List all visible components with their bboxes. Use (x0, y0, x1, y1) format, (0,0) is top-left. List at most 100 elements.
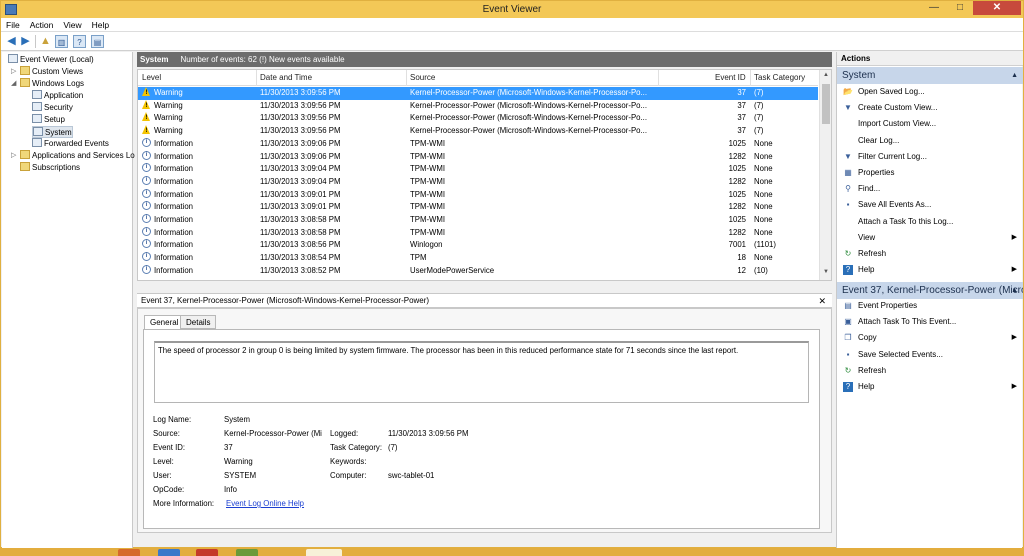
source-value: Kernel-Processor-Power (Mi (224, 429, 322, 438)
event-row[interactable]: i Information 11/30/2013 3:09:01 PM TPM-WMI… (138, 188, 818, 202)
action-copy[interactable]: ❐ Copy ▶ (837, 330, 1023, 346)
back-arrow-icon[interactable]: ◀ (5, 35, 18, 48)
action-attach-task-to-this-event[interactable]: ▣ Attach Task To This Event... (837, 314, 1023, 330)
event-row[interactable]: i Information 11/30/2013 3:09:06 PM TPM-WMI… (138, 150, 818, 164)
event-row[interactable]: i Information 11/30/2013 3:08:54 PM TPM 18 No… (138, 252, 818, 265)
event-row[interactable]: ! Warning 11/30/2013 3:09:56 PM Kernel-Proc… (138, 99, 818, 113)
log-icon (32, 90, 42, 99)
action-refresh[interactable]: ↻ Refresh (837, 363, 1023, 379)
event-row[interactable]: ! Warning 11/30/2013 3:09:56 PM Kernel-Proc… (138, 87, 818, 100)
information-icon: i (142, 214, 151, 223)
event-row[interactable]: i Information 11/30/2013 3:09:04 PM TPM-WMI… (138, 175, 818, 189)
log-name: System (140, 55, 169, 64)
event-source: TPM-WMI (410, 227, 446, 237)
event-row[interactable]: i Information 11/30/2013 3:08:52 PM UserMod… (138, 264, 818, 278)
tree-item[interactable]: ▷ Applications and Services Lo (11, 150, 135, 162)
close-detail-icon[interactable]: ✕ (818, 294, 826, 308)
action-help[interactable]: ? Help ▶ (837, 262, 1023, 278)
event-row[interactable]: i Information 11/30/2013 3:09:06 PM TPM-WMI… (138, 137, 818, 151)
action-filter-current-log[interactable]: ▼ Filter Current Log... (837, 149, 1023, 165)
action-refresh[interactable]: ↻ Refresh (837, 246, 1023, 262)
menu-file[interactable]: File (1, 18, 25, 32)
event-row[interactable]: i Information 11/30/2013 3:09:01 PM TPM-WMI… (138, 201, 818, 214)
event-row[interactable]: ! Warning 11/30/2013 3:09:56 PM Kernel-Proc… (138, 112, 818, 125)
event-row[interactable]: i Information 11/30/2013 3:09:04 PM TPM-WMI… (138, 163, 818, 176)
menu-help[interactable]: Help (87, 18, 114, 32)
collapse-section-icon[interactable]: ▲ (1011, 67, 1018, 84)
tree-item[interactable]: System (32, 126, 73, 138)
event-id-value: 37 (224, 443, 233, 452)
action-event-properties[interactable]: ▤ Event Properties (837, 298, 1023, 314)
log-icon (32, 138, 42, 147)
menu-view[interactable]: View (58, 18, 86, 32)
event-log-online-help-link[interactable]: Event Log Online Help (226, 499, 304, 508)
action-import-custom-view[interactable]: Import Custom View... (837, 116, 1023, 132)
actions-section-event[interactable]: Event 37, Kernel-Processor-Power (Micros… (837, 282, 1023, 299)
warning-icon: ! (142, 87, 151, 96)
action-help[interactable]: ? Help ▶ (837, 379, 1023, 395)
column-date[interactable]: Date and Time (260, 73, 312, 82)
tree-expander-icon[interactable]: ▷ (11, 66, 16, 78)
tree-item[interactable]: Subscriptions (20, 162, 80, 174)
tree-item[interactable]: Security (32, 102, 73, 114)
taskbar-event-viewer-icon[interactable] (306, 549, 342, 556)
tree-item[interactable]: ◢ Windows Logs (11, 78, 84, 90)
scroll-up-icon[interactable]: ▲ (820, 72, 831, 78)
menu-action[interactable]: Action (25, 18, 59, 32)
event-row[interactable]: i Information 11/30/2013 3:08:56 PM Winlogo… (138, 239, 818, 252)
event-row[interactable]: ! Warning 11/30/2013 3:09:56 PM Kernel-Proc… (138, 125, 818, 138)
tree-item-label: System (45, 128, 72, 137)
show-hide-tree-icon[interactable]: ▥ (55, 35, 68, 48)
event-id: 1025 (728, 164, 746, 174)
action-label: Save All Events As... (858, 200, 932, 210)
event-source: Kernel-Processor-Power (Microsoft-Window… (410, 88, 648, 97)
close-button[interactable]: ✕ (973, 1, 1021, 15)
tree-item[interactable]: Setup (32, 114, 65, 126)
event-id-label: Event ID: (153, 443, 186, 452)
collapse-section-icon[interactable]: ▲ (1011, 282, 1018, 299)
taskbar-app-icon[interactable] (158, 549, 180, 556)
tree-item[interactable]: Forwarded Events (32, 138, 109, 150)
tree-expander-icon[interactable]: ◢ (11, 78, 16, 90)
event-id: 1282 (728, 176, 746, 186)
tree-item[interactable]: Event Viewer (Local) (8, 54, 94, 66)
taskbar-app-icon[interactable] (118, 549, 140, 556)
submenu-arrow-icon: ▶ (1011, 383, 1017, 390)
maximize-button[interactable]: □ (947, 1, 973, 15)
taskbar-app-icon[interactable] (196, 549, 218, 556)
event-task-category: None (754, 138, 773, 148)
column-source[interactable]: Source (410, 73, 435, 82)
event-task-category: None (754, 253, 773, 263)
tree-expander-icon[interactable]: ▷ (11, 150, 16, 162)
scroll-down-icon[interactable]: ▼ (820, 269, 831, 275)
minimize-button[interactable]: — (921, 1, 947, 15)
events-scrollbar[interactable]: ▲ ▼ (819, 70, 831, 280)
column-task-category[interactable]: Task Category (754, 73, 805, 82)
tab-details[interactable]: Details (180, 315, 217, 329)
action-open-saved-log[interactable]: 📂 Open Saved Log... (837, 84, 1023, 100)
forward-arrow-icon[interactable]: ▶ (19, 35, 32, 48)
event-row[interactable]: i Information 11/30/2013 3:08:58 PM TPM-WMI… (138, 214, 818, 227)
action-save-all-events-as[interactable]: ▪ Save All Events As... (837, 197, 1023, 213)
help-toolbar-icon[interactable]: ? (73, 35, 86, 48)
tab-general[interactable]: General (144, 315, 185, 330)
tree-item[interactable]: ▷ Custom Views (11, 66, 83, 78)
action-attach-a-task-to-this-log[interactable]: Attach a Task To this Log... (837, 214, 1023, 230)
action-save-selected-events[interactable]: ▪ Save Selected Events... (837, 347, 1023, 363)
up-folder-icon[interactable]: ▲ (39, 35, 52, 48)
event-date: 11/30/2013 3:08:52 PM (260, 265, 341, 275)
show-hide-action-pane-icon[interactable]: ▤ (91, 35, 104, 48)
tree-item[interactable]: Application (32, 90, 83, 102)
action-clear-log[interactable]: Clear Log... (837, 133, 1023, 149)
action-create-custom-view[interactable]: ▼ Create Custom View... (837, 100, 1023, 116)
taskbar-app-icon[interactable] (236, 549, 258, 556)
column-event-id[interactable]: Event ID (715, 73, 746, 82)
action-properties[interactable]: ▦ Properties (837, 165, 1023, 181)
action-view[interactable]: View ▶ (837, 230, 1023, 246)
scroll-thumb[interactable] (822, 84, 830, 124)
source-label: Source: (153, 429, 180, 438)
action-find[interactable]: ⚲ Find... (837, 181, 1023, 197)
column-level[interactable]: Level (142, 73, 161, 82)
event-row[interactable]: i Information 11/30/2013 3:08:58 PM TPM-WMI… (138, 226, 818, 240)
actions-section-system[interactable]: System ▲ (837, 67, 1023, 84)
